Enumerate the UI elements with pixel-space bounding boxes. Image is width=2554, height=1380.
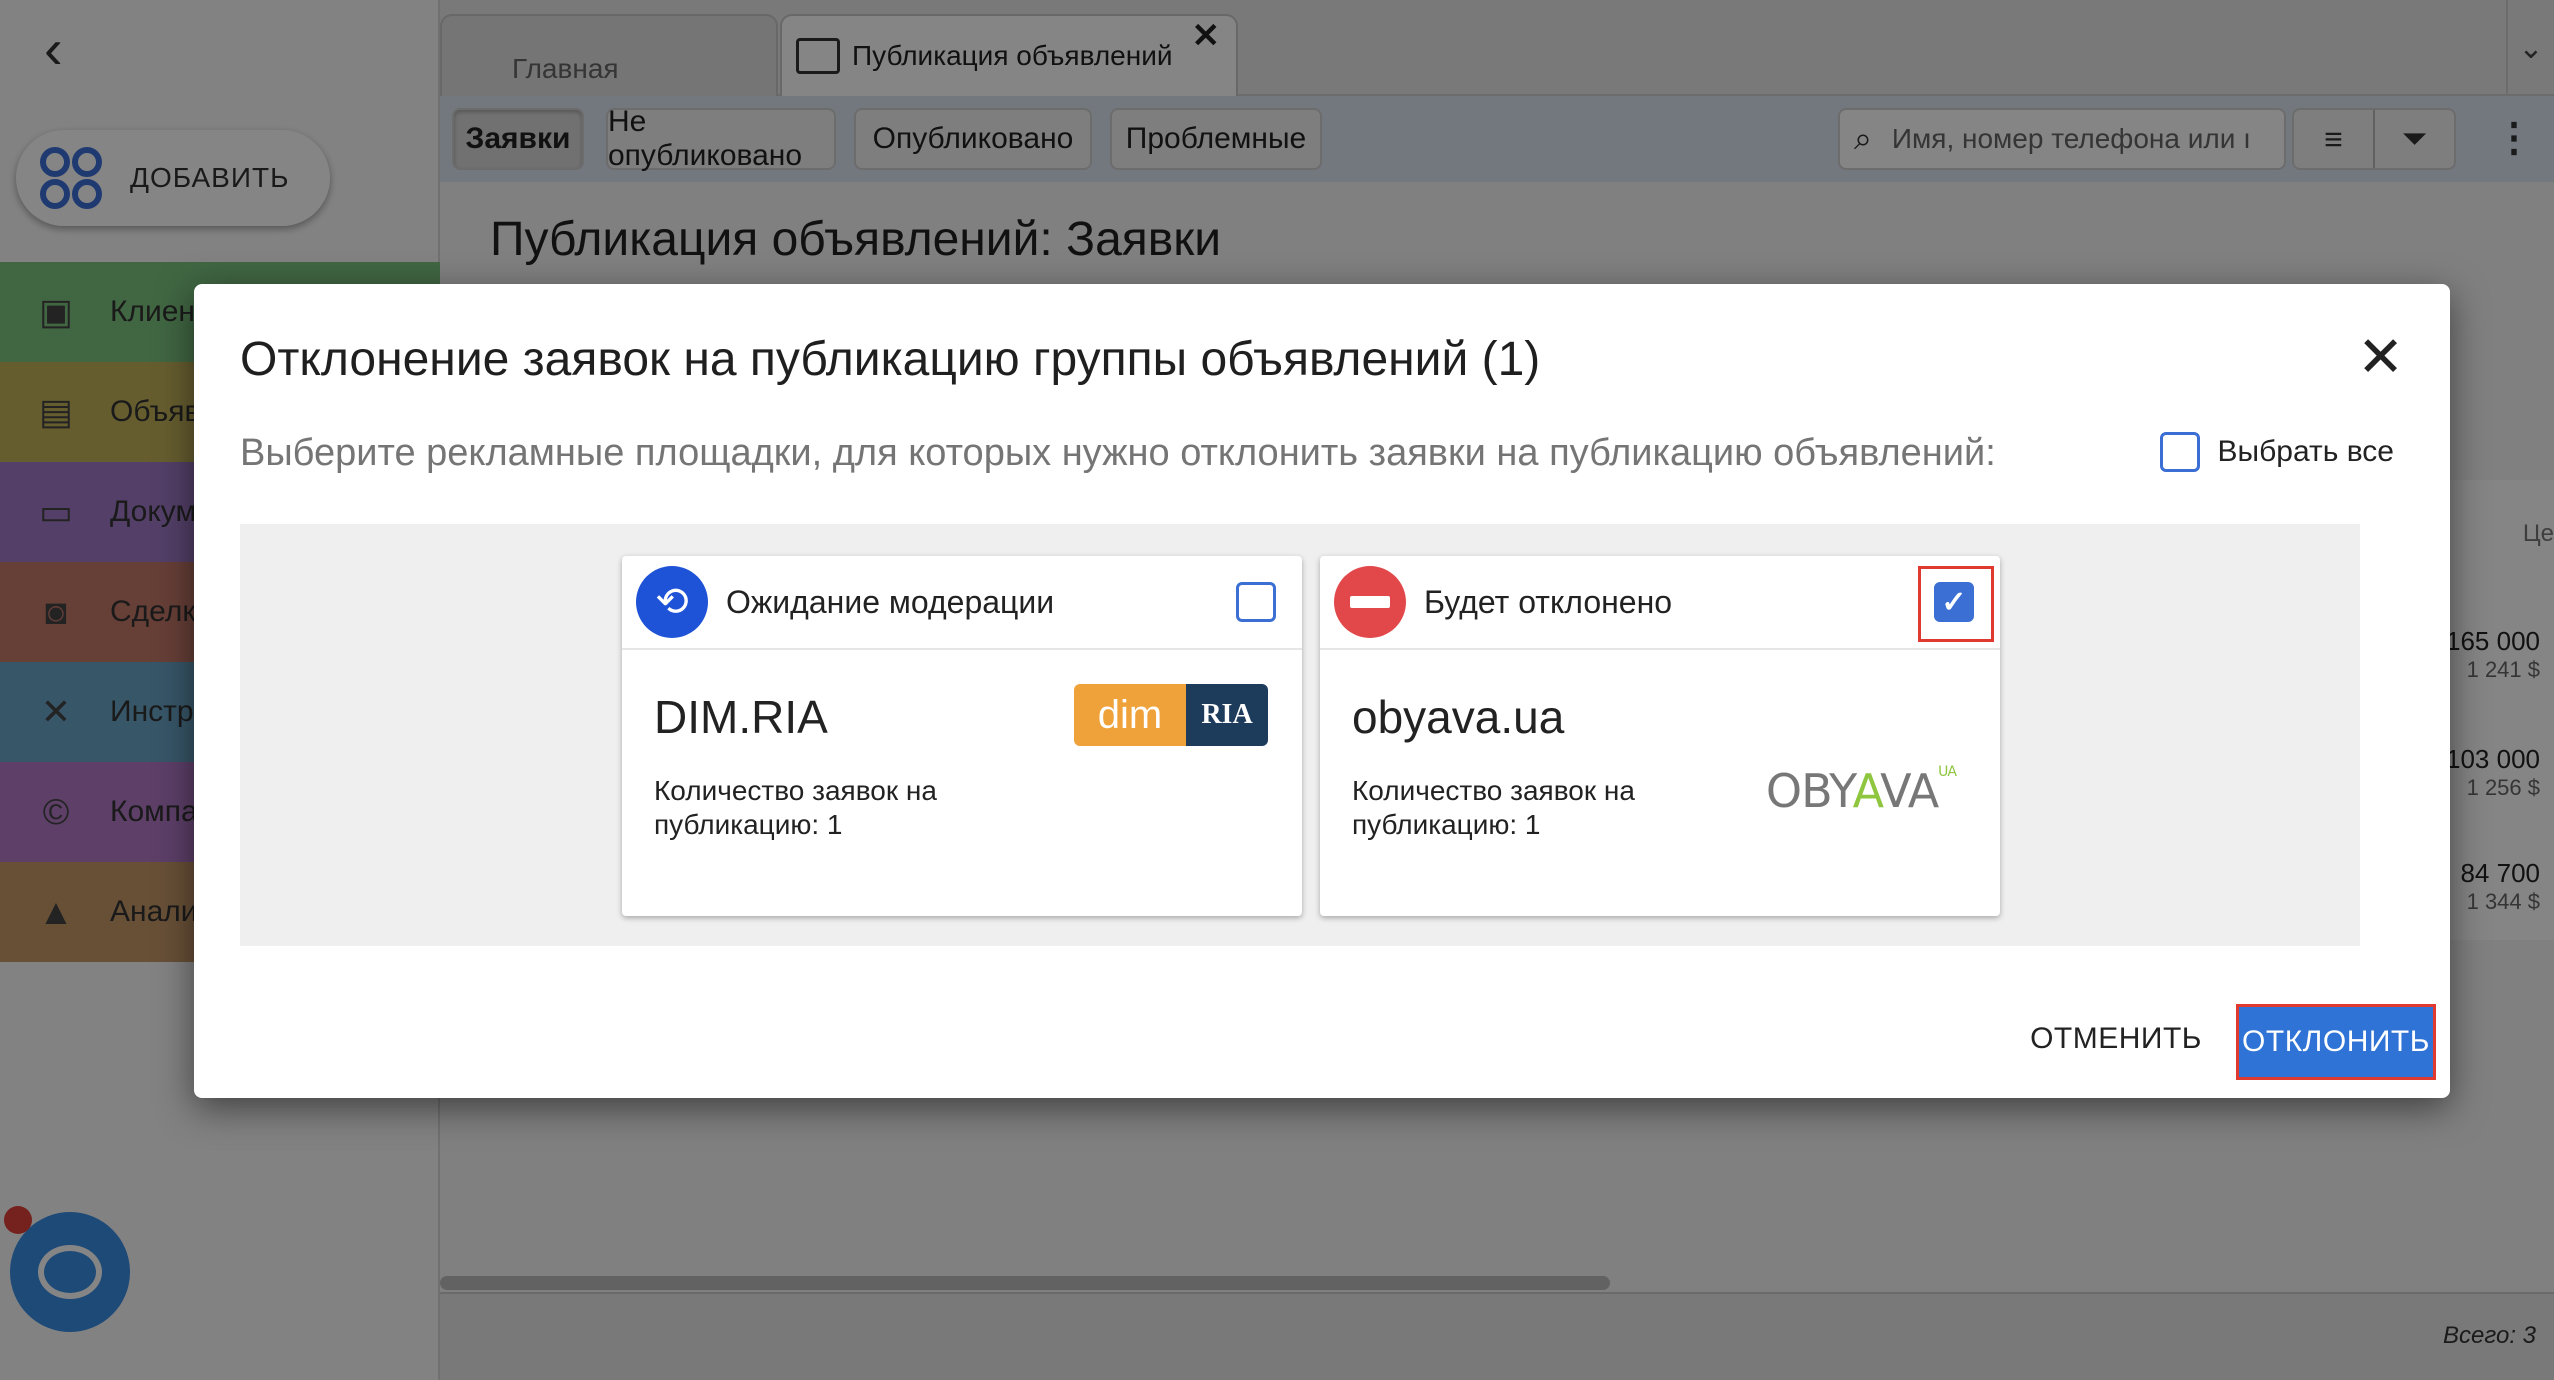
platform-name: obyava.ua [1352, 691, 1565, 743]
select-all-checkbox[interactable]: Выбрать все [2159, 432, 2394, 472]
reject-button-highlight [2236, 1004, 2436, 1080]
card-header: ⟲ Ожидание модерации [622, 556, 1302, 650]
platform-name: DIM.RIA [654, 691, 828, 743]
status-label: Ожидание модерации [726, 583, 1055, 620]
obyava-logo: OBYAVAUA [1765, 764, 1957, 818]
platform-cards: ⟲ Ожидание модерации DIM.RIA dim RIA Кол… [240, 524, 2360, 946]
platform-card-dimria: ⟲ Ожидание модерации DIM.RIA dim RIA Кол… [622, 556, 1302, 916]
reject-dialog: Отклонение заявок на публикацию группы о… [194, 284, 2450, 1098]
dimria-logo-right: RIA [1186, 684, 1268, 746]
select-all-label: Выбрать все [2217, 435, 2394, 468]
platform-checkbox[interactable] [1236, 582, 1276, 622]
checkbox-highlight [1918, 566, 1994, 642]
request-count: Количество заявок на публикацию: 1 [654, 775, 937, 840]
logo-part: UA [1938, 764, 1957, 780]
dialog-title: Отклонение заявок на публикацию группы о… [240, 333, 1541, 386]
platform-card-obyava: Будет отклонено ✓ obyava.ua OBYAVAUA Кол… [1320, 556, 2000, 916]
dimria-logo: dim RIA [1074, 684, 1268, 746]
cancel-button[interactable]: ОТМЕНИТЬ [2030, 1022, 2202, 1056]
dimria-logo-left: dim [1074, 684, 1186, 746]
minus-circle-icon [1334, 566, 1406, 638]
request-count: Количество заявок на публикацию: 1 [1352, 775, 1635, 840]
dialog-subtitle: Выберите рекламные площадки, для которых… [240, 432, 1996, 474]
logo-part: A [1852, 764, 1882, 818]
close-icon[interactable]: ✕ [2357, 329, 2404, 385]
logo-part: VA [1880, 764, 1939, 818]
status-label: Будет отклонено [1424, 583, 1673, 620]
checkbox-icon[interactable] [2159, 432, 2200, 472]
card-header: Будет отклонено ✓ [1320, 556, 2000, 650]
history-clock-icon: ⟲ [636, 566, 708, 638]
logo-part: OBY [1765, 764, 1854, 818]
